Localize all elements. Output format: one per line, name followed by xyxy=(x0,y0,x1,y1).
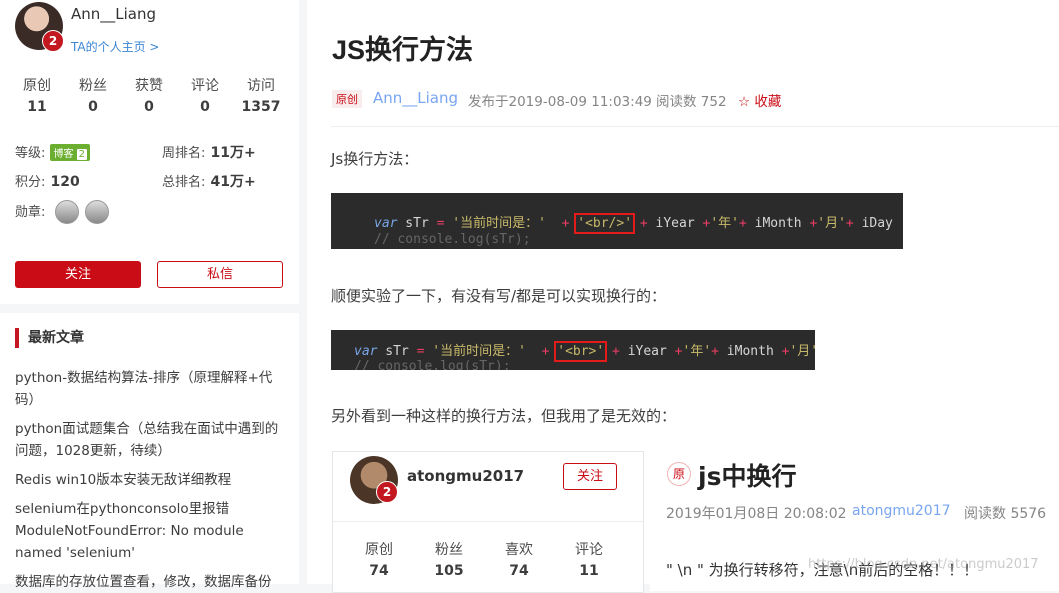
embed-username: atongmu2017 xyxy=(407,467,525,485)
medal-icon-2[interactable] xyxy=(85,200,109,224)
embed-stat: 粉丝 105 xyxy=(434,542,464,579)
level-row: 等级: 博客 2 xyxy=(15,142,91,161)
message-button[interactable]: 私信 xyxy=(157,261,283,288)
embed-stat: 评论 11 xyxy=(575,542,603,579)
embed-stat: 喜欢 74 xyxy=(505,542,533,579)
recent-article-link[interactable]: selenium在pythonconsolo里报错 ModuleNotFound… xyxy=(15,498,287,564)
home-link[interactable]: TA的个人主页 > xyxy=(71,38,159,55)
code-block: var sTr = '当前时间是：' + '<br/>' + iYear +'年… xyxy=(331,193,903,249)
embedded-profile-card: 2 atongmu2017 关注 原创 74 粉丝 105 喜欢 74 评论 11 xyxy=(332,451,644,593)
total-rank: 总排名: 41万+ xyxy=(162,174,256,190)
embed-original-tag: 原 xyxy=(667,462,691,486)
article-title: JS换行方法 xyxy=(332,35,474,65)
recent-article-link[interactable]: Redis win10版本安装无敌详细教程 xyxy=(15,469,287,491)
original-tag: 原创 xyxy=(332,90,362,108)
embed-read-count: 阅读数 5576 xyxy=(964,506,1047,522)
recent-article-link[interactable]: python-数据结构算法-排序（原理解释+代码） xyxy=(15,367,287,411)
stat-comments[interactable]: 评论 0 xyxy=(183,75,227,115)
author-link[interactable]: Ann__Liang xyxy=(373,89,458,107)
username[interactable]: Ann__Liang xyxy=(71,5,156,23)
recent-article-link[interactable]: 数据库的存放位置查看，修改，数据库备份 xyxy=(15,571,287,593)
code-block: var sTr = '当前时间是：' + '<br>' + iYear +'年'… xyxy=(331,330,815,370)
recent-articles-title: 最新文章 xyxy=(15,328,84,348)
highlight-box: '<br/>' xyxy=(574,213,636,234)
medal-icon-1[interactable] xyxy=(55,200,79,224)
paragraph: 另外看到一种这样的换行方法，但我用了是无效的： xyxy=(331,407,677,425)
watermark: https://blog.csdn.net/atongmu2017 xyxy=(808,557,1039,572)
collect-button[interactable]: ☆ 收藏 xyxy=(738,90,781,110)
embed-date: 2019年01月08日 20:08:02 xyxy=(666,506,847,522)
paragraph: Js换行方法： xyxy=(331,150,419,168)
profile-card: 2 Ann__Liang TA的个人主页 > 原创 11 粉丝 0 获赞 0 评论 0 … xyxy=(0,0,299,304)
publish-time: 发布于2019-08-09 11:03:49 xyxy=(468,94,652,110)
embed-author: atongmu2017 xyxy=(852,503,951,519)
week-rank: 周排名: 11万+ xyxy=(162,145,256,161)
embedded-article: 原 js中换行 2019年01月08日 20:08:02 atongmu2017… xyxy=(650,451,1059,591)
level-badge-icon: 2 xyxy=(376,481,398,503)
recent-articles-card: 最新文章 python-数据结构算法-排序（原理解释+代码） python面试题… xyxy=(0,313,299,590)
stat-likes[interactable]: 获赞 0 xyxy=(127,75,171,115)
star-icon: ☆ xyxy=(738,94,751,110)
divider xyxy=(333,521,643,522)
embed-stat: 原创 74 xyxy=(365,542,393,579)
read-count: 阅读数 752 xyxy=(656,94,727,110)
divider xyxy=(331,126,1059,127)
points: 积分: 120 xyxy=(15,174,80,190)
highlight-box: '<br>' xyxy=(554,341,608,362)
stat-original[interactable]: 原创 11 xyxy=(15,75,59,115)
paragraph: 顺便实验了一下，有没有写/都是可以实现换行的： xyxy=(331,287,667,305)
recent-article-link[interactable]: python面试题集合（总结我在面试中遇到的问题，1028更新，待续） xyxy=(15,418,287,462)
level-badge-icon: 2 xyxy=(42,30,64,52)
stat-visits[interactable]: 访问 1357 xyxy=(239,75,283,115)
follow-button[interactable]: 关注 xyxy=(15,261,141,288)
embed-title: js中换行 xyxy=(698,462,797,491)
embed-follow-button: 关注 xyxy=(563,463,617,490)
stat-fans[interactable]: 粉丝 0 xyxy=(71,75,115,115)
blog-level-badge: 博客 2 xyxy=(50,144,91,161)
medal-label: 勋章: xyxy=(15,205,46,220)
